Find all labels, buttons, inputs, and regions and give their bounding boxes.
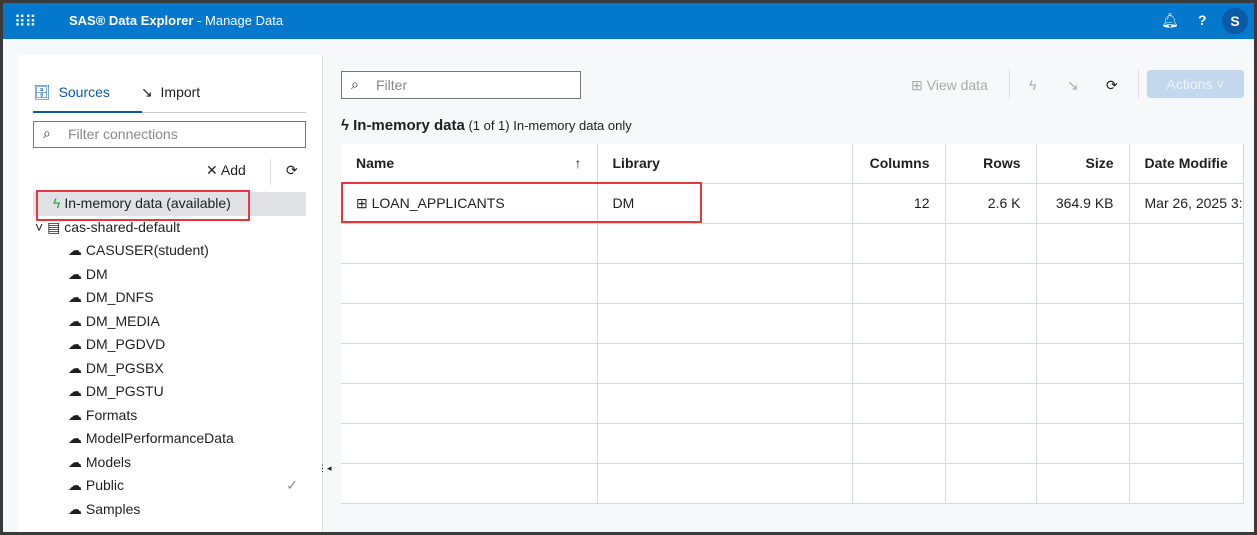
cloud-library-icon: ☁︎	[68, 383, 82, 399]
highlight-box	[36, 190, 250, 221]
tree-item-library[interactable]: ☁︎ DM_MEDIA	[33, 310, 306, 334]
tree-item-library[interactable]: ☁︎ DM_PGDVD	[33, 333, 306, 357]
cell-columns: 12	[852, 183, 946, 224]
filter-connections-input[interactable]: ⌕ Filter connections	[33, 121, 306, 148]
tree-item-library[interactable]: ☁︎ Samples	[33, 498, 306, 522]
column-header-name[interactable]: Name ↑	[341, 144, 598, 184]
empty-row	[341, 303, 1244, 344]
cell-size: 364.9 KB	[1036, 183, 1130, 224]
tree-item-library[interactable]: ☁︎ DM_PGSBX	[33, 357, 306, 381]
empty-row	[341, 343, 1244, 384]
column-header-date[interactable]: Date Modifie	[1129, 144, 1244, 184]
empty-row	[341, 383, 1244, 424]
cloud-library-icon: ☁︎	[68, 359, 82, 376]
lightning-icon[interactable]: ϟ	[1029, 77, 1036, 93]
column-header-library[interactable]: Library	[597, 144, 853, 184]
tree-item-library[interactable]: ☁︎ ModelPerformanceData	[33, 427, 306, 451]
sources-panel: 🗄︎ Sources ↘ Import ⌕ Filter connections …	[18, 55, 332, 532]
cloud-library-icon: ☁︎	[68, 500, 82, 517]
highlight-box	[341, 182, 702, 223]
cloud-library-icon: ☁︎	[68, 242, 82, 258]
search-icon: ⌕	[43, 125, 51, 141]
column-header-columns[interactable]: Columns	[852, 144, 946, 184]
app-header: ⠿⠿ SAS® Data Explorer - Manage Data 🔔︎ ?…	[3, 3, 1254, 39]
empty-row	[341, 223, 1244, 264]
section-title: ϟ In-memory data (1 of 1) In-memory data…	[341, 117, 632, 134]
splitter-handle[interactable]: ⋮◂	[318, 463, 332, 474]
cloud-library-icon: ☁︎	[68, 477, 82, 493]
tree-item-library[interactable]: ☁︎ CASUSER(student)	[33, 239, 306, 263]
tree-item-library[interactable]: ☁︎ Formats	[33, 404, 306, 428]
data-panel: ⌕ Filter ⊞ View data ϟ ↘ ⟳ Actions ˅ ϟ In…	[341, 55, 1244, 532]
tree-item-library[interactable]: ☁︎ DM_PGSTU	[33, 380, 306, 404]
empty-row	[341, 423, 1244, 464]
column-header-size[interactable]: Size	[1036, 144, 1130, 184]
tab-import[interactable]: ↘ Import	[141, 84, 200, 101]
tree-item-library[interactable]: ☁︎ Public ✓	[33, 474, 306, 498]
avatar[interactable]: S	[1222, 8, 1248, 34]
import-icon[interactable]: ↘	[1067, 77, 1079, 94]
cloud-library-icon: ☁︎	[68, 406, 82, 423]
view-data-button[interactable]: ⊞ View data	[911, 77, 988, 94]
refresh-icon[interactable]: ⟳	[286, 162, 298, 179]
cloud-library-icon: ☁︎	[68, 312, 82, 329]
empty-row	[341, 263, 1244, 304]
database-icon: 🗄︎	[33, 84, 51, 100]
actions-button[interactable]: Actions ˅	[1147, 70, 1244, 98]
cell-date: Mar 26, 2025 3:	[1129, 183, 1244, 224]
tree-item-library[interactable]: ☁︎ DM_DNFS	[33, 286, 306, 310]
import-icon: ↘	[141, 84, 153, 100]
apps-grid-icon[interactable]: ⠿⠿	[14, 12, 36, 32]
add-connection-button[interactable]: ✕ Add	[206, 162, 246, 179]
app-title: SAS® Data Explorer - Manage Data	[69, 13, 284, 28]
help-icon[interactable]: ?	[1198, 12, 1207, 28]
empty-row	[341, 463, 1244, 504]
tree-item-library[interactable]: ☁︎ DM	[33, 263, 306, 287]
cloud-library-icon: ☁︎	[68, 453, 82, 470]
connection-tree: ϟ In-memory data (available) ˅ ▤ cas-sha…	[33, 192, 306, 521]
cell-rows: 2.6 K	[945, 183, 1037, 224]
bell-icon[interactable]: 🔔︎	[1161, 12, 1179, 29]
cloud-library-icon: ☁︎	[68, 336, 82, 352]
check-circle-icon: ✓	[286, 477, 298, 493]
column-header-rows[interactable]: Rows	[945, 144, 1037, 184]
cloud-library-icon: ☁︎	[68, 289, 82, 305]
refresh-icon[interactable]: ⟳	[1106, 77, 1118, 94]
sort-ascending-icon[interactable]: ↑	[575, 155, 582, 171]
search-icon: ⌕	[351, 76, 359, 92]
cloud-library-icon: ☁︎	[68, 430, 82, 446]
cloud-library-icon: ☁︎	[68, 265, 82, 282]
tree-item-library[interactable]: ☁︎ Models	[33, 451, 306, 475]
filter-input[interactable]: ⌕ Filter	[341, 71, 581, 99]
tab-sources[interactable]: 🗄︎ Sources	[33, 84, 110, 101]
